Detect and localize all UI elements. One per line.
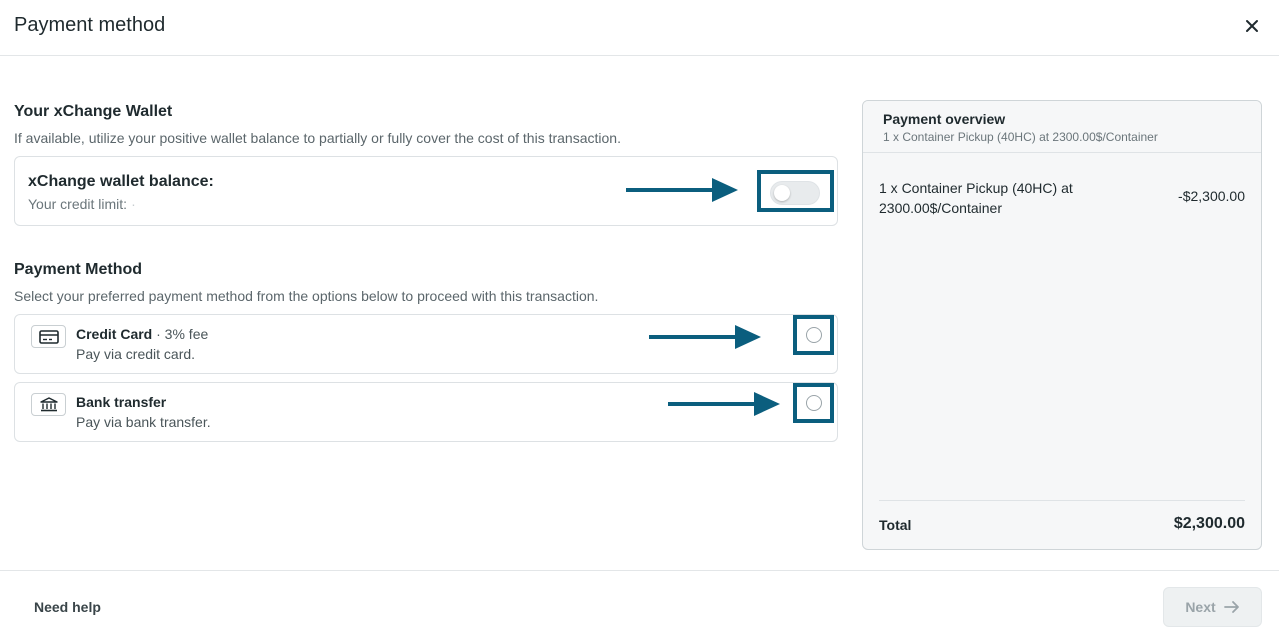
close-icon [1246,20,1258,32]
payment-overview-title: Payment overview [883,111,1006,127]
dialog-footer: Need help Next [0,570,1279,636]
payment-section-description: Select your preferred payment method fro… [14,288,599,304]
credit-limit-value: · [131,196,136,212]
toggle-knob [774,185,790,201]
annotation-highlight [793,383,834,423]
payment-option-description: Pay via credit card. [76,346,196,362]
need-help-link[interactable]: Need help [34,599,101,615]
annotation-highlight [757,170,834,212]
credit-card-radio[interactable] [806,327,822,343]
total-label: Total [879,517,912,533]
line-item-label: 1 x Container Pickup (40HC) at 2300.00$/… [879,180,1073,216]
payment-section-title: Payment Method [14,261,143,278]
close-button[interactable] [1240,14,1264,38]
payment-overview-subtitle: 1 x Container Pickup (40HC) at 2300.00$/… [883,130,1158,144]
divider [879,500,1245,501]
wallet-balance-toggle[interactable] [770,181,820,205]
bank-transfer-radio[interactable] [806,395,822,411]
next-button[interactable]: Next [1163,587,1262,627]
credit-card-icon [31,325,66,348]
payment-option-description: Pay via bank transfer. [76,414,211,430]
total-value: $2,300.00 [1173,515,1245,532]
bank-icon [31,393,66,416]
annotation-arrow [626,178,738,202]
arrow-right-icon [1223,601,1239,613]
next-button-label: Next [1185,599,1216,615]
wallet-section-description: If available, utilize your positive wall… [14,130,621,146]
payment-option-title: Credit Card · 3% fee [76,326,209,342]
payment-overview-panel: Payment overview 1 x Container Pickup (4… [862,100,1262,550]
line-item-amount: -$2,300.00 [1178,188,1245,204]
dialog-title: Payment method [14,14,166,36]
dialog-header: Payment method [0,0,1279,56]
annotation-arrow [649,325,761,349]
annotation-highlight [793,315,834,355]
credit-limit-text: Your credit limit: · [28,196,136,212]
wallet-section-title: Your xChange Wallet [14,103,173,120]
credit-limit-label: Your credit limit: [28,196,128,212]
payment-overview-header: Payment overview 1 x Container Pickup (4… [863,101,1261,153]
annotation-arrow [668,392,780,416]
wallet-balance-label: xChange wallet balance: [28,173,214,190]
payment-option-title: Bank transfer [76,394,167,410]
